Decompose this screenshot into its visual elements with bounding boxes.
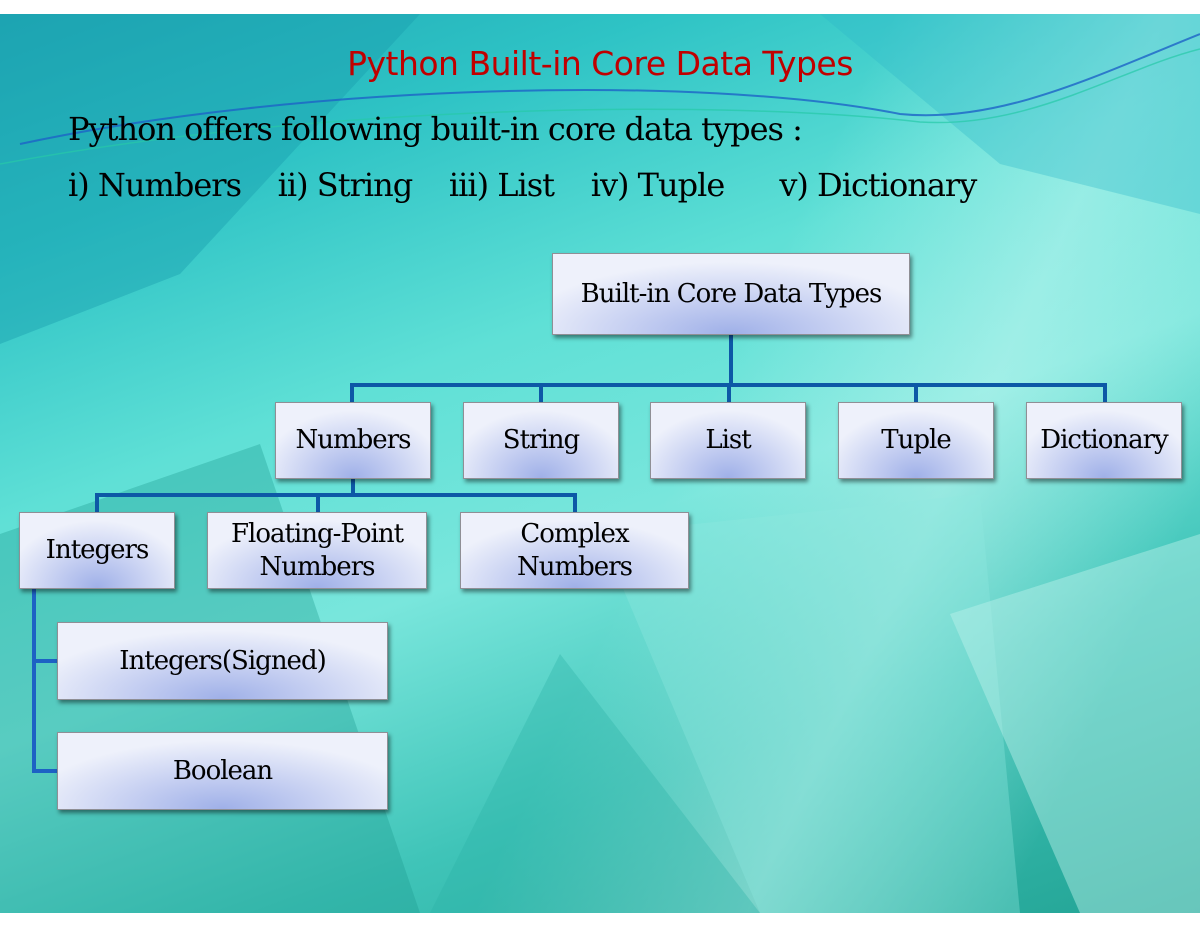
connector-root-vertical (729, 334, 733, 387)
node-list: List (650, 402, 806, 479)
node-floating-point-numbers: Floating-Point Numbers (207, 512, 427, 589)
node-integers-signed: Integers(Signed) (57, 622, 388, 700)
node-dictionary: Dictionary (1026, 402, 1182, 479)
connector-drop-list (727, 383, 731, 402)
node-string: String (463, 402, 619, 479)
intro-text: Python offers following built-in core da… (68, 110, 803, 148)
node-numbers: Numbers (275, 402, 431, 479)
connector-drop-floating (316, 493, 320, 513)
node-root: Built-in Core Data Types (552, 253, 910, 335)
slide: Python Built-in Core Data Types Python o… (0, 14, 1200, 913)
connector-drop-tuple (914, 383, 918, 402)
connector-drop-complex (573, 493, 577, 513)
connector-drop-numbers (350, 383, 354, 402)
connector-integers-vertical (32, 589, 36, 773)
slide-title: Python Built-in Core Data Types (347, 44, 853, 83)
connector-to-boolean (32, 769, 58, 773)
connector-drop-string (539, 383, 543, 402)
connector-drop-integers (95, 493, 99, 513)
node-complex-numbers: Complex Numbers (460, 512, 689, 589)
node-integers: Integers (19, 512, 175, 589)
data-types-enumeration: i) Numbers ii) String iii) List iv) Tupl… (68, 166, 977, 204)
connector-drop-dictionary (1103, 383, 1107, 402)
node-complex-line2: Numbers (517, 551, 633, 582)
connector-level2-horizontal (95, 493, 577, 497)
node-complex-line1: Complex (520, 518, 629, 549)
node-boolean: Boolean (57, 732, 388, 810)
node-tuple: Tuple (838, 402, 994, 479)
node-floating-line1: Floating-Point (230, 518, 404, 549)
connector-to-signed (32, 659, 58, 663)
node-floating-line2: Numbers (259, 551, 376, 582)
